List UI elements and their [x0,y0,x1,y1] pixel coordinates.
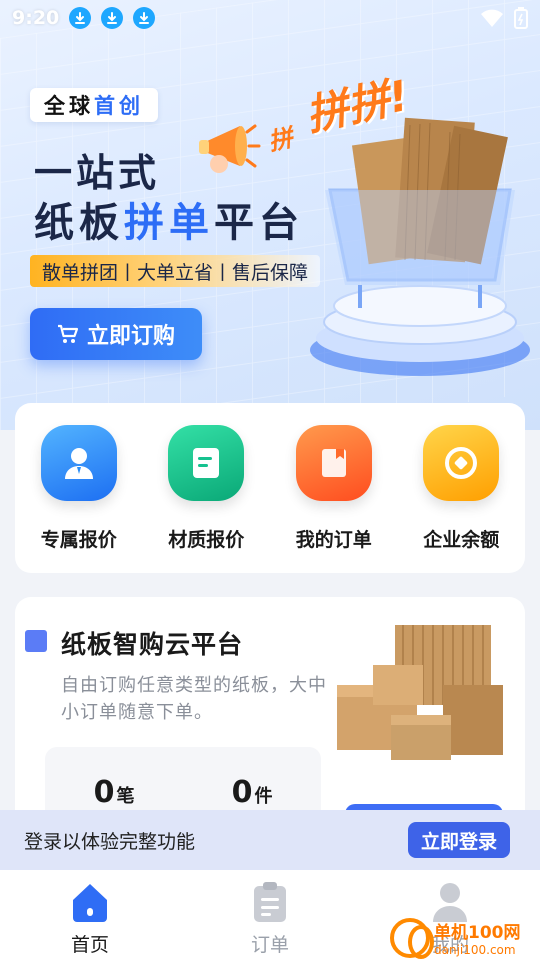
menu-item-my-orders[interactable]: 我的订单 [279,425,389,573]
tab-home[interactable]: 首页 [0,870,180,960]
menu-item-exclusive-quote[interactable]: 专属报价 [24,425,134,573]
site-watermark: 单机100网 danji100.com [390,915,540,960]
title-part-b: 拼单 [124,200,214,246]
title-part-a: 纸板 [34,200,124,246]
hero-title-line2: 纸板拼单平台 [34,190,304,248]
status-time: 9:20 [12,7,60,29]
tag-prefix: 全球 [44,94,94,118]
tab-orders[interactable]: 订单 [180,870,360,960]
cardboard-boxes-image [337,625,503,760]
platform-title: 纸板智购云平台 [61,630,244,659]
order-book-icon [295,425,372,501]
clipboard-icon [254,882,286,922]
download-icon [69,7,92,29]
stat-value: 0 [231,775,253,810]
login-prompt: 登录以体验完整功能 [24,830,196,853]
coin-icon [423,425,500,501]
megaphone-icon [199,124,261,173]
menu-label: 我的订单 [295,529,372,551]
home-icon [73,884,107,922]
stat-unit: 件 [254,786,273,807]
download-icon [133,7,156,29]
menu-item-company-balance[interactable]: 企业余额 [406,425,516,573]
stat-value: 0 [93,775,115,810]
menu-label: 材质报价 [168,529,245,551]
platform-card[interactable]: 纸板智购云平台 自由订购任意类型的纸板，大中小订单随意下单。 0 笔 0 件 [15,597,525,827]
status-bar: 9:20 [0,0,540,36]
hero-title-line1: 一站式 [34,151,161,195]
wifi-icon [481,9,503,27]
login-banner: 登录以体验完整功能 立即登录 [0,810,540,870]
global-first-tag: 全球 首创 [30,88,158,122]
battery-icon [514,7,528,29]
platform-description: 自由订购任意类型的纸板，大中小订单随意下单。 [61,675,327,723]
order-now-button[interactable]: 立即订购 [30,308,202,360]
section-marker [25,630,47,652]
quick-menu-card: 专属报价 材质报价 我的订单 企业余额 [15,403,525,573]
watermark-logo-icon [390,917,434,959]
hero-banner: 9:20 全球 首创 一站式 纸板拼单平台 散单拼团丨大单立省丨售后保障 立即订购 [0,0,540,430]
watermark-sub: danji100.com [434,943,516,957]
title-part-c: 平台 [214,200,304,246]
tab-label: 首页 [70,934,109,956]
tag-accent: 首创 [94,94,144,118]
stat-unit: 笔 [116,786,135,807]
watermark-main: 单机100网 [434,923,521,943]
menu-label: 专属报价 [40,529,117,551]
tab-label: 订单 [250,934,289,956]
menu-label: 企业余额 [423,529,500,551]
download-icon [101,7,124,29]
hero-slogan: 散单拼团丨大单立省丨售后保障 [30,255,321,287]
cart-icon [57,324,79,343]
order-now-label: 立即订购 [86,324,175,349]
menu-item-material-quote[interactable]: 材质报价 [151,425,261,573]
login-button[interactable]: 立即登录 [408,822,510,858]
user-quote-icon [40,425,117,501]
document-icon [168,425,245,501]
